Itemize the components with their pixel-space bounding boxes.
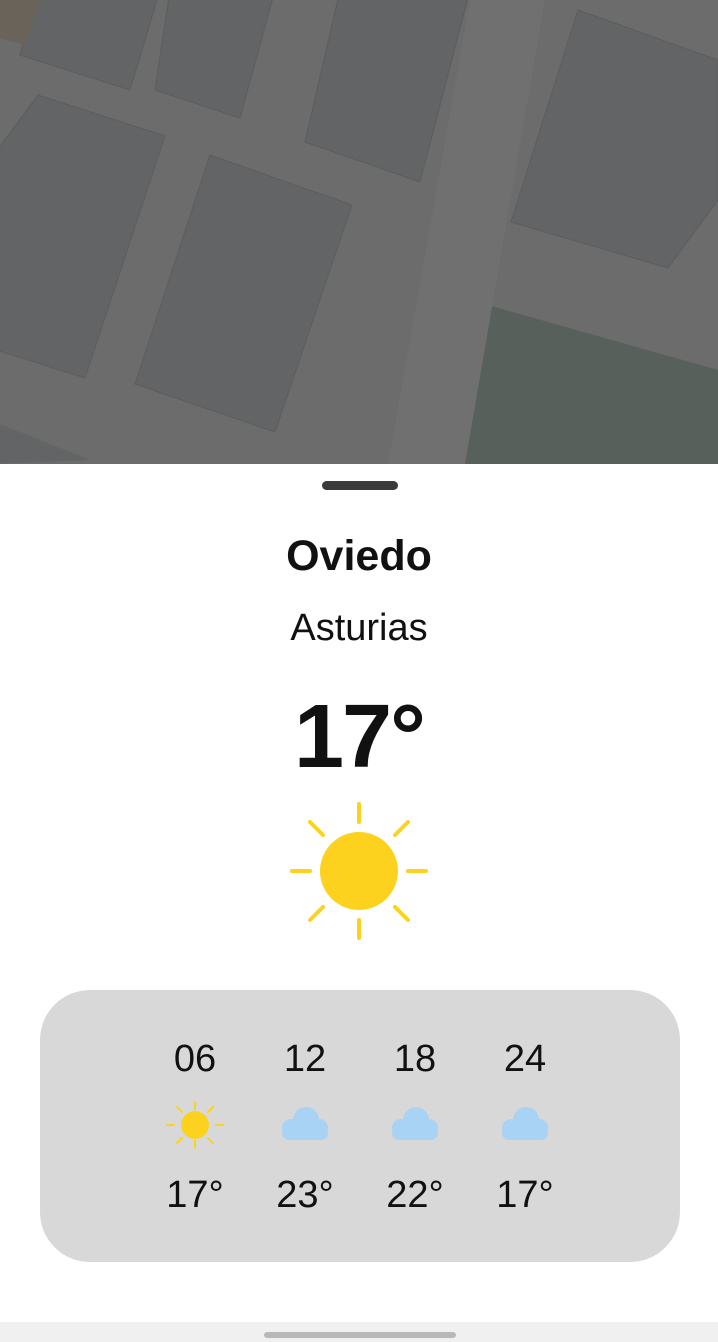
map-view[interactable] — [0, 0, 718, 464]
system-navigation-bar — [0, 1322, 718, 1342]
forecast-temperature: 17° — [166, 1174, 224, 1216]
forecast-item: 06 17° — [140, 990, 250, 1262]
home-gesture-handle[interactable] — [264, 1332, 456, 1338]
hourly-forecast-panel: 06 17° 12 23° 18 22° 24 17° — [40, 990, 680, 1262]
cloud-icon — [502, 1107, 548, 1140]
map-tiles — [0, 0, 718, 464]
forecast-hour: 06 — [173, 1038, 217, 1080]
forecast-temperature: 22° — [386, 1174, 444, 1216]
weather-bottom-sheet: Oviedo Asturias 17° 06 17° 12 23° 18 22°… — [0, 464, 718, 1322]
forecast-hour: 24 — [503, 1038, 547, 1080]
sun-icon — [166, 1101, 224, 1149]
forecast-item: 18 22° — [360, 990, 470, 1262]
forecast-hour: 12 — [283, 1038, 327, 1080]
city-name: Oviedo — [286, 532, 432, 580]
cloud-icon — [392, 1107, 438, 1140]
forecast-temperature: 17° — [496, 1174, 554, 1216]
forecast-temperature: 23° — [276, 1174, 334, 1216]
region-name: Asturias — [290, 607, 428, 649]
sheet-drag-handle[interactable] — [322, 481, 398, 490]
forecast-item: 12 23° — [250, 990, 360, 1262]
cloud-icon — [282, 1107, 328, 1140]
current-temperature: 17° — [293, 687, 426, 787]
forecast-item: 24 17° — [470, 990, 580, 1262]
forecast-hour: 18 — [393, 1038, 437, 1080]
sun-icon — [290, 802, 428, 940]
